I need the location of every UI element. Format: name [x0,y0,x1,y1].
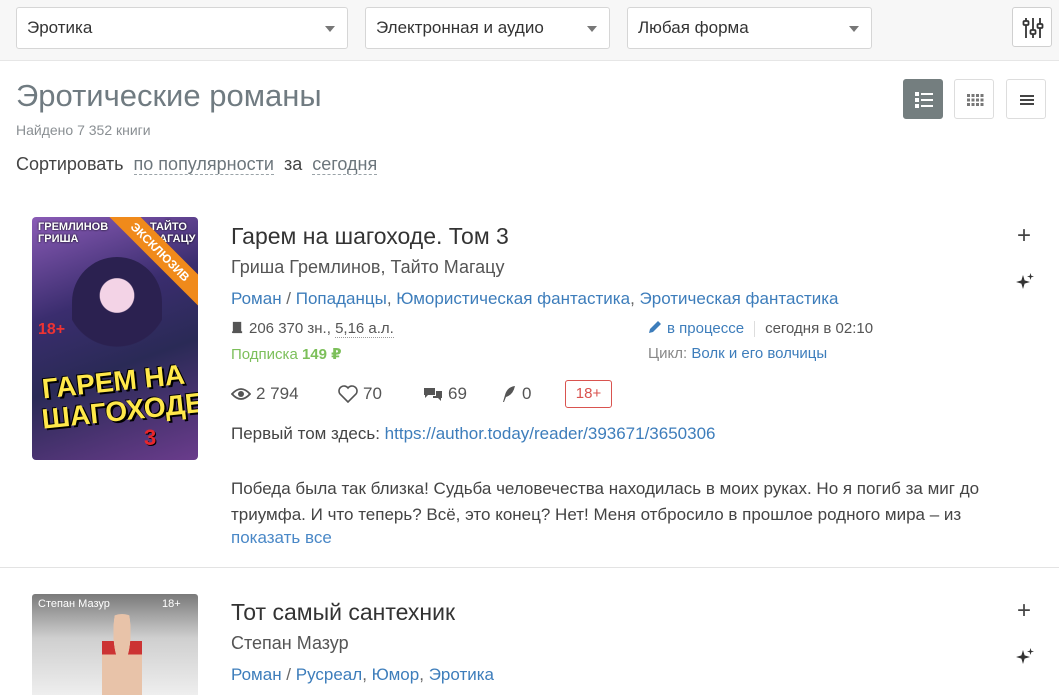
age-rating-badge: 18+ [565,380,612,408]
genre-link[interactable]: Русреал [296,665,362,684]
cover-age: 18+ [38,321,66,338]
cover-illustration [102,614,142,695]
eye-icon [230,387,252,400]
pencil-icon [649,321,661,333]
genre-link[interactable]: Эротическая фантастика [640,289,839,308]
filter-settings-button[interactable] [1012,7,1052,47]
book-authors[interactable]: Степан Мазур [231,633,349,654]
form-select[interactable]: Любая форма [627,7,872,49]
view-grid-button[interactable] [954,79,994,119]
book-cover[interactable]: Степан Мазур 18+ [32,594,198,695]
quill-icon [503,385,515,402]
book-size-al: 5,16 а.л. [335,320,394,338]
price: 149 ₽ [301,346,342,363]
sort-label: Сортировать [16,154,124,174]
cycle-label: Цикл: [648,345,688,362]
book-genres: Роман / Попаданцы, Юмористическая фантас… [231,289,839,308]
sort-order-link[interactable]: по популярности [133,154,274,175]
results-count: Найдено 7 352 книги [16,122,151,138]
grid-icon [967,94,984,106]
first-volume-link[interactable]: https://author.today/reader/393671/36503… [385,424,716,443]
add-to-library-button[interactable]: + [1017,599,1031,623]
format-select[interactable]: Электронная и аудио [365,7,610,49]
likes-count: 70 [363,384,382,403]
form-select-value: Любая форма [638,18,749,37]
book-annotation: Победа была так близка! Судьба человечес… [231,479,980,524]
subscription-label: Подписка [231,346,298,363]
cover-author: ГРЕМЛИНОВ ГРИША [38,221,109,245]
genre-link[interactable]: Эротика [429,665,494,684]
menu-icon [1020,95,1034,105]
book-cycle: Цикл: Волк и его волчицы [648,345,827,362]
cover-age: 18+ [162,598,181,610]
sliders-icon [1022,18,1044,38]
genre-link[interactable]: Роман [231,665,282,684]
views-count: 2 794 [256,384,299,403]
comments-icon [424,387,442,401]
first-volume-note: Первый том здесь: https://author.today/r… [231,424,716,444]
cover-illustration [72,257,162,367]
book-title[interactable]: Тот самый сантехник [231,599,455,626]
likes-stat[interactable]: 70 [338,382,382,406]
rewards-stat[interactable]: 0 [501,382,531,406]
book-size: 206 370 зн., 5,16 а.л. [231,320,394,338]
chevron-down-icon [587,26,597,32]
status-text: в процессе [667,320,745,337]
show-all-link[interactable]: показать все [231,528,332,548]
book-icon [231,321,243,334]
view-compact-list-button[interactable] [1006,79,1046,119]
sparkle-icon[interactable] [1015,272,1035,292]
cover-number: 3 [144,425,157,450]
period-label: за [283,154,303,174]
genre-select-value: Эротика [27,18,93,37]
view-list-detailed-button[interactable] [903,79,943,119]
sort-row: Сортировать по популярности за сегодня [16,154,378,175]
add-to-library-button[interactable]: + [1017,224,1031,248]
book-cover[interactable]: ГРЕМЛИНОВ ГРИША ТАЙТО МАГАЦУ ЭКСКЛЮЗИВ 1… [32,217,198,460]
cover-author: Степан Мазур [38,598,110,610]
genre-select[interactable]: Эротика [16,7,348,49]
sparkle-icon[interactable] [1015,647,1035,667]
book-card: Степан Мазур 18+ Тот самый сантехник Сте… [0,569,1059,695]
subscription-price: Подписка 149 ₽ [231,345,342,363]
rewards-count: 0 [522,384,532,403]
book-authors[interactable]: Гриша Гремлинов, Тайто Магацу [231,257,504,278]
genre-link[interactable]: Попаданцы [296,289,387,308]
book-genres: Роман / Русреал, Юмор, Эротика [231,665,494,684]
genre-link[interactable]: Юмористическая фантастика [396,289,630,308]
book-size-chars: 206 370 зн., [249,320,336,337]
book-status: в процессе сегодня в 02:10 [648,320,874,338]
chevron-down-icon [325,26,335,32]
book-title[interactable]: Гарем на шагоходе. Том 3 [231,223,509,250]
list-detailed-icon [915,92,933,108]
updated-time: сегодня в 02:10 [765,320,874,337]
views-stat: 2 794 [230,382,299,406]
period-link[interactable]: сегодня [312,154,378,175]
page-title: Эротические романы [16,78,322,113]
comments-stat[interactable]: 69 [423,382,467,406]
heart-icon [338,384,358,403]
filter-bar: Эротика Электронная и аудио Любая форма [0,0,1059,61]
genre-link[interactable]: Роман [231,289,282,308]
book-card: ГРЕМЛИНОВ ГРИША ТАЙТО МАГАЦУ ЭКСКЛЮЗИВ 1… [0,200,1059,568]
first-volume-label: Первый том здесь: [231,424,380,443]
cycle-link[interactable]: Волк и его волчицы [691,345,827,362]
cover-title: ГАРЕМ НА ШАГОХОДЕ [40,358,198,435]
format-select-value: Электронная и аудио [376,18,544,37]
genre-link[interactable]: Юмор [372,665,420,684]
comments-count: 69 [448,384,467,403]
chevron-down-icon [849,26,859,32]
